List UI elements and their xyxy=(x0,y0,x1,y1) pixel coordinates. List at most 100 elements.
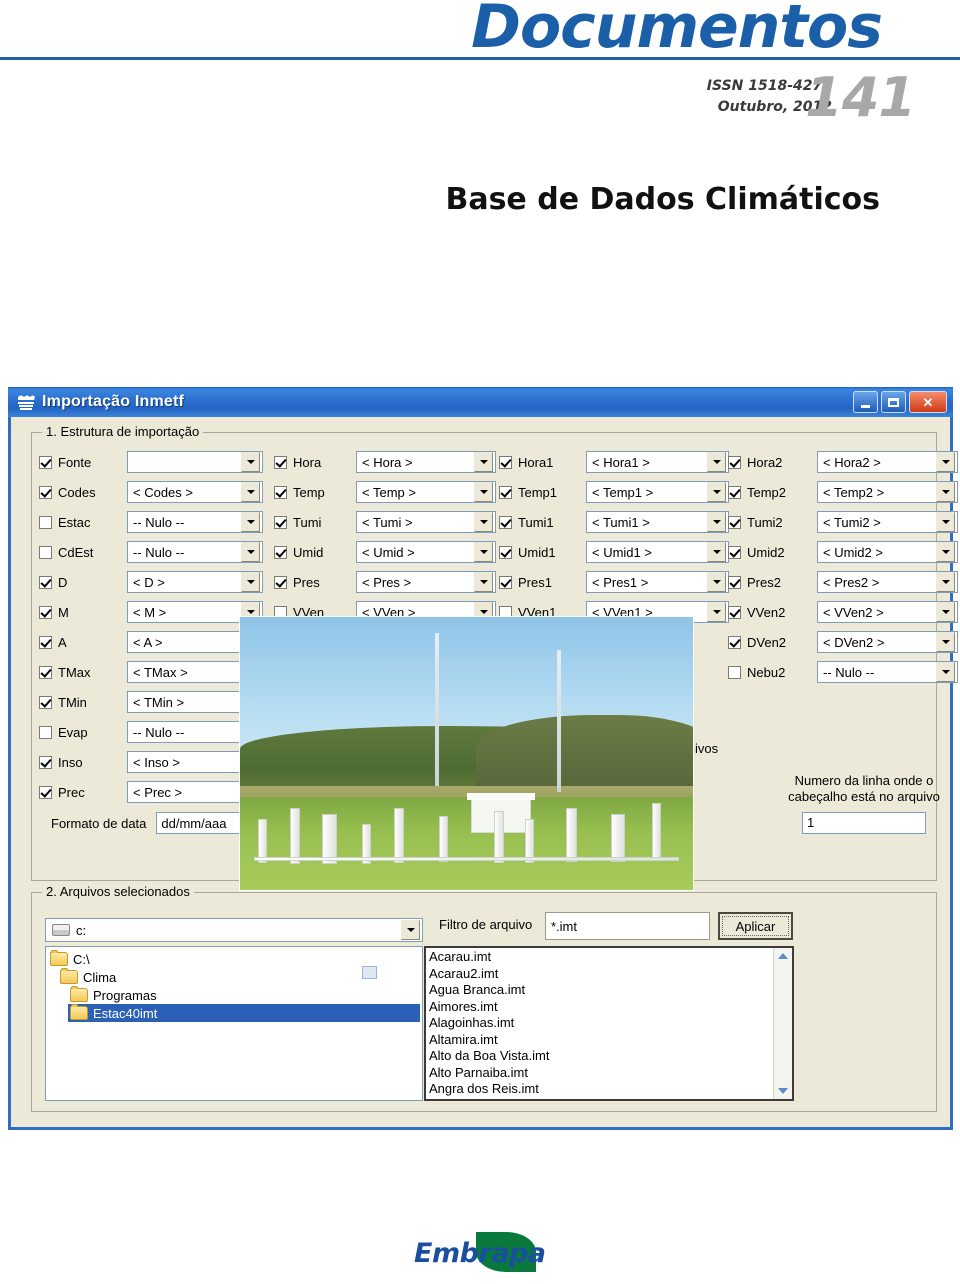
combobox-vven2[interactable]: < VVen2 > xyxy=(817,601,958,623)
checkbox-codes[interactable] xyxy=(39,485,52,499)
chevron-down-icon[interactable] xyxy=(707,452,726,472)
combobox-temp2[interactable]: < Temp2 > xyxy=(817,481,958,503)
chevron-down-icon[interactable] xyxy=(936,542,955,562)
checkbox-m[interactable] xyxy=(39,605,52,619)
chevron-down-icon[interactable] xyxy=(241,482,260,502)
combobox-temp[interactable]: < Temp > xyxy=(356,481,496,503)
tree-item[interactable]: Estac40imt xyxy=(68,1004,420,1022)
checkbox-tumi2[interactable] xyxy=(728,515,741,529)
checkbox-d[interactable] xyxy=(39,575,52,589)
checkbox-pres2[interactable] xyxy=(728,575,741,589)
file-list-item[interactable]: Acarau2.imt xyxy=(429,966,773,983)
checkbox-temp1[interactable] xyxy=(499,485,512,499)
chevron-down-icon[interactable] xyxy=(707,572,726,592)
checkbox-evap[interactable] xyxy=(39,725,52,739)
window-title-bar[interactable]: Importação Inmetf ✕ xyxy=(8,387,953,417)
checkbox-dven2[interactable] xyxy=(728,635,741,649)
chevron-down-icon[interactable] xyxy=(707,602,726,622)
checkbox-hora2[interactable] xyxy=(728,455,741,469)
chevron-down-icon[interactable] xyxy=(474,482,493,502)
chevron-down-icon[interactable] xyxy=(241,542,260,562)
combobox-umid1[interactable]: < Umid1 > xyxy=(586,541,729,563)
checkbox-estac[interactable] xyxy=(39,515,52,529)
file-list-item[interactable]: Alagoinhas.imt xyxy=(429,1015,773,1032)
combobox-dven2[interactable]: < DVen2 > xyxy=(817,631,958,653)
checkbox-temp2[interactable] xyxy=(728,485,741,499)
checkbox-cdest[interactable] xyxy=(39,545,52,559)
file-list-item[interactable]: Aimores.imt xyxy=(429,999,773,1016)
combobox-umid2[interactable]: < Umid2 > xyxy=(817,541,958,563)
chevron-down-icon[interactable] xyxy=(241,512,260,532)
chevron-down-icon[interactable] xyxy=(775,1083,791,1099)
checkbox-pres[interactable] xyxy=(274,575,287,589)
header-line-input[interactable]: 1 xyxy=(802,811,926,834)
chevron-down-icon[interactable] xyxy=(474,512,493,532)
combobox-tumi2[interactable]: < Tumi2 > xyxy=(817,511,958,533)
chevron-down-icon[interactable] xyxy=(474,452,493,472)
checkbox-tumi1[interactable] xyxy=(499,515,512,529)
combobox-temp1[interactable]: < Temp1 > xyxy=(586,481,729,503)
chevron-down-icon[interactable] xyxy=(474,542,493,562)
combobox-fonte[interactable] xyxy=(127,451,263,473)
combobox-tumi1[interactable]: < Tumi1 > xyxy=(586,511,729,533)
file-list-item[interactable]: Alto da Boa Vista.imt xyxy=(429,1048,773,1065)
combobox-tumi[interactable]: < Tumi > xyxy=(356,511,496,533)
tree-item[interactable]: Programas xyxy=(68,986,420,1004)
maximize-button[interactable] xyxy=(881,391,906,413)
combobox-estac[interactable]: -- Nulo -- xyxy=(127,511,263,533)
file-filter-input[interactable]: *.imt xyxy=(545,912,710,940)
combobox-pres[interactable]: < Pres > xyxy=(356,571,496,593)
chevron-down-icon[interactable] xyxy=(936,632,955,652)
file-list-item[interactable]: Acarau.imt xyxy=(429,949,773,966)
combobox-hora2[interactable]: < Hora2 > xyxy=(817,451,958,473)
chevron-down-icon[interactable] xyxy=(936,572,955,592)
combobox-pres1[interactable]: < Pres1 > xyxy=(586,571,729,593)
checkbox-pres1[interactable] xyxy=(499,575,512,589)
chevron-down-icon[interactable] xyxy=(474,572,493,592)
checkbox-hora[interactable] xyxy=(274,455,287,469)
file-list-item[interactable]: Altamira.imt xyxy=(429,1032,773,1049)
chevron-down-icon[interactable] xyxy=(707,482,726,502)
checkbox-vven2[interactable] xyxy=(728,605,741,619)
checkbox-fonte[interactable] xyxy=(39,455,52,469)
checkbox-temp[interactable] xyxy=(274,485,287,499)
checkbox-tmax[interactable] xyxy=(39,665,52,679)
checkbox-tmin[interactable] xyxy=(39,695,52,709)
drive-select[interactable]: c: xyxy=(45,918,423,942)
file-listbox-scrollbar[interactable] xyxy=(773,948,792,1099)
combobox-nebu2[interactable]: -- Nulo -- xyxy=(817,661,958,683)
chevron-down-icon[interactable] xyxy=(936,602,955,622)
checkbox-a[interactable] xyxy=(39,635,52,649)
checkbox-tumi[interactable] xyxy=(274,515,287,529)
checkbox-umid2[interactable] xyxy=(728,545,741,559)
date-format-input[interactable]: dd/mm/aaa xyxy=(156,812,247,834)
combobox-codes[interactable]: < Codes > xyxy=(127,481,263,503)
combobox-hora1[interactable]: < Hora1 > xyxy=(586,451,729,473)
combobox-pres2[interactable]: < Pres2 > xyxy=(817,571,958,593)
chevron-down-icon[interactable] xyxy=(241,572,260,592)
chevron-down-icon[interactable] xyxy=(241,452,260,472)
combobox-cdest[interactable]: -- Nulo -- xyxy=(127,541,263,563)
chevron-down-icon[interactable] xyxy=(936,482,955,502)
combobox-d[interactable]: < D > xyxy=(127,571,263,593)
combobox-hora[interactable]: < Hora > xyxy=(356,451,496,473)
chevron-down-icon[interactable] xyxy=(936,662,955,682)
chevron-down-icon[interactable] xyxy=(707,512,726,532)
chevron-down-icon[interactable] xyxy=(936,512,955,532)
checkbox-umid[interactable] xyxy=(274,545,287,559)
file-list-item[interactable]: Alto Parnaiba.imt xyxy=(429,1065,773,1082)
checkbox-inso[interactable] xyxy=(39,755,52,769)
checkbox-umid1[interactable] xyxy=(499,545,512,559)
combobox-umid[interactable]: < Umid > xyxy=(356,541,496,563)
file-listbox[interactable]: Acarau.imt Acarau2.imt Agua Branca.imt Aimo… xyxy=(424,946,794,1101)
close-button[interactable]: ✕ xyxy=(909,391,947,413)
file-list-item[interactable]: Angra dos Reis.imt xyxy=(429,1081,773,1098)
chevron-down-icon[interactable] xyxy=(936,452,955,472)
scrollbar-thumb[interactable] xyxy=(362,966,377,979)
checkbox-nebu2[interactable] xyxy=(728,665,741,679)
apply-button[interactable]: Aplicar xyxy=(718,912,793,940)
checkbox-hora1[interactable] xyxy=(499,455,512,469)
file-list-item[interactable]: Agua Branca.imt xyxy=(429,982,773,999)
minimize-button[interactable] xyxy=(853,391,878,413)
chevron-down-icon[interactable] xyxy=(707,542,726,562)
